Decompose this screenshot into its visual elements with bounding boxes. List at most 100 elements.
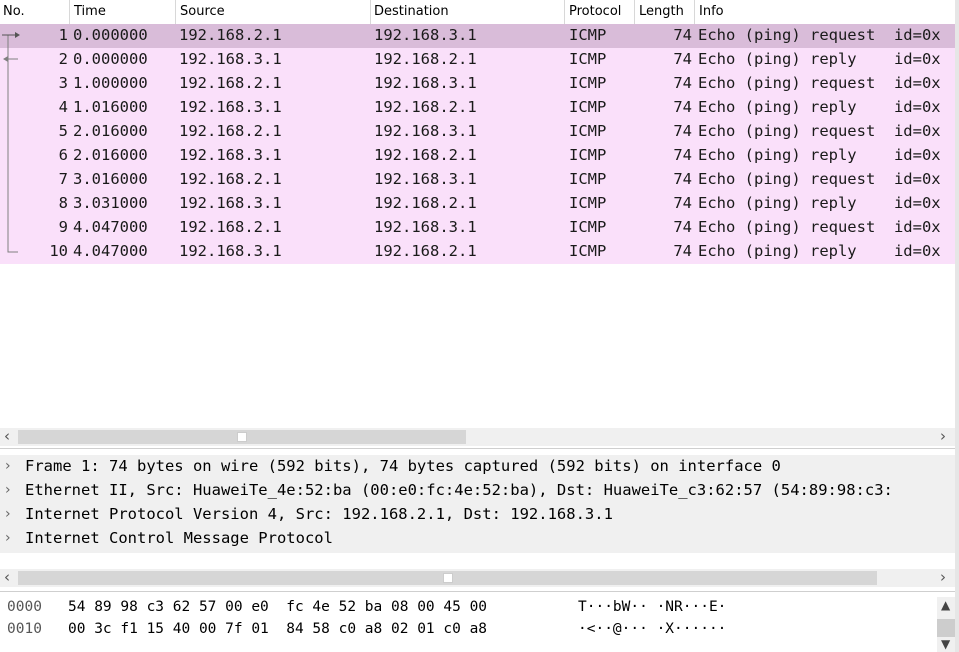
packet-row[interactable]: 10 4.047000 192.168.3.1 192.168.2.1 ICMP… — [0, 240, 955, 264]
chevron-down-icon[interactable]: ▼ — [941, 637, 950, 651]
chevron-right-icon[interactable]: › — [5, 482, 11, 498]
packet-row[interactable]: 5 2.016000 192.168.2.1 192.168.3.1 ICMP … — [0, 120, 955, 144]
packet-destination: 192.168.3.1 — [374, 122, 477, 140]
packet-length: 74 — [673, 194, 692, 212]
chevron-right-icon[interactable]: › — [940, 427, 946, 445]
packet-source: 192.168.2.1 — [179, 122, 282, 140]
packet-destination: 192.168.3.1 — [374, 218, 477, 236]
packet-info: Echo (ping) reply id=0x — [698, 146, 941, 164]
column-header-time[interactable]: Time — [74, 4, 106, 19]
packet-source: 192.168.3.1 — [179, 242, 282, 260]
packet-protocol: ICMP — [569, 242, 607, 260]
packet-time: 1.016000 — [73, 98, 148, 116]
hex-bytes[interactable]: 54 89 98 c3 62 57 00 e0 fc 4e 52 ba 08 0… — [68, 599, 487, 615]
detail-tree-item[interactable]: › Internet Protocol Version 4, Src: 192.… — [0, 503, 955, 527]
packet-list-header: No. Time Source Destination Protocol Len… — [0, 0, 955, 25]
packet-row[interactable]: 3 1.000000 192.168.2.1 192.168.3.1 ICMP … — [0, 72, 955, 96]
packet-length: 74 — [673, 122, 692, 140]
chevron-left-icon[interactable]: ‹ — [4, 427, 10, 445]
column-header-destination[interactable]: Destination — [374, 4, 449, 19]
packet-no: 2 — [58, 50, 68, 68]
bytes-vscrollbar[interactable]: ▲ ▼ — [937, 597, 955, 652]
packet-time: 4.047000 — [73, 218, 148, 236]
packet-row[interactable]: 7 3.016000 192.168.2.1 192.168.3.1 ICMP … — [0, 168, 955, 192]
packet-info: Echo (ping) request id=0x — [698, 122, 941, 140]
packet-destination: 192.168.3.1 — [374, 26, 477, 44]
detail-ethernet: Ethernet II, Src: HuaweiTe_4e:52:ba (00:… — [25, 481, 893, 499]
packet-no: 9 — [58, 218, 68, 236]
byte-offset: 0000 — [7, 599, 42, 615]
packet-info: Echo (ping) request id=0x — [698, 218, 941, 236]
packet-destination: 192.168.2.1 — [374, 194, 477, 212]
related-packets-bracket — [2, 32, 20, 253]
packet-protocol: ICMP — [569, 50, 607, 68]
packet-time: 2.016000 — [73, 146, 148, 164]
detail-icmp: Internet Control Message Protocol — [25, 529, 333, 547]
column-header-length[interactable]: Length — [639, 4, 684, 19]
packet-bytes-pane: 0000 54 89 98 c3 62 57 00 e0 fc 4e 52 ba… — [0, 597, 955, 652]
packet-source: 192.168.3.1 — [179, 194, 282, 212]
packet-time: 0.000000 — [73, 50, 148, 68]
column-header-no[interactable]: No. — [3, 4, 25, 19]
column-header-info[interactable]: Info — [699, 4, 724, 19]
scroll-grip[interactable] — [443, 573, 453, 583]
packet-row[interactable]: 9 4.047000 192.168.2.1 192.168.3.1 ICMP … — [0, 216, 955, 240]
packet-protocol: ICMP — [569, 122, 607, 140]
chevron-right-icon[interactable]: › — [5, 458, 11, 474]
packet-no: 5 — [58, 122, 68, 140]
packet-row[interactable]: 4 1.016000 192.168.3.1 192.168.2.1 ICMP … — [0, 96, 955, 120]
hex-bytes[interactable]: 00 3c f1 15 40 00 7f 01 84 58 c0 a8 02 0… — [68, 621, 487, 637]
packet-source: 192.168.2.1 — [179, 26, 282, 44]
detail-tree-item[interactable]: › Frame 1: 74 bytes on wire (592 bits), … — [0, 455, 955, 479]
packet-length: 74 — [673, 218, 692, 236]
packet-info: Echo (ping) request id=0x — [698, 26, 941, 44]
pane-divider[interactable] — [0, 448, 955, 449]
packet-info: Echo (ping) reply id=0x — [698, 194, 941, 212]
packet-source: 192.168.3.1 — [179, 50, 282, 68]
packet-destination: 192.168.2.1 — [374, 146, 477, 164]
packet-destination: 192.168.2.1 — [374, 242, 477, 260]
scroll-thumb[interactable] — [937, 619, 955, 637]
packet-source: 192.168.2.1 — [179, 74, 282, 92]
packet-no: 7 — [58, 170, 68, 188]
packet-info: Echo (ping) reply id=0x — [698, 98, 941, 116]
packet-length: 74 — [673, 146, 692, 164]
packet-source: 192.168.3.1 — [179, 146, 282, 164]
packet-time: 3.016000 — [73, 170, 148, 188]
scroll-grip[interactable] — [237, 432, 247, 442]
chevron-up-icon[interactable]: ▲ — [941, 598, 950, 612]
bytes-row[interactable]: 0010 00 3c f1 15 40 00 7f 01 84 58 c0 a8… — [0, 619, 955, 641]
bytes-row[interactable]: 0000 54 89 98 c3 62 57 00 e0 fc 4e 52 ba… — [0, 597, 955, 619]
packet-source: 192.168.2.1 — [179, 218, 282, 236]
details-hscrollbar[interactable]: ‹ › — [0, 568, 955, 587]
packet-protocol: ICMP — [569, 146, 607, 164]
ascii-bytes[interactable]: T···bW·· ·NR···E· — [578, 599, 726, 615]
column-header-protocol[interactable]: Protocol — [569, 4, 621, 19]
packet-time: 4.047000 — [73, 242, 148, 260]
packet-source: 192.168.3.1 — [179, 98, 282, 116]
detail-tree-item[interactable]: › Ethernet II, Src: HuaweiTe_4e:52:ba (0… — [0, 479, 955, 503]
ascii-bytes[interactable]: ·<··@··· ·X······ — [578, 621, 726, 637]
packet-row[interactable]: 2 0.000000 192.168.3.1 192.168.2.1 ICMP … — [0, 48, 955, 72]
packet-destination: 192.168.2.1 — [374, 98, 477, 116]
packet-row[interactable]: 8 3.031000 192.168.3.1 192.168.2.1 ICMP … — [0, 192, 955, 216]
packet-no: 3 — [58, 74, 68, 92]
packet-destination: 192.168.3.1 — [374, 170, 477, 188]
chevron-right-icon[interactable]: › — [5, 506, 11, 522]
packet-row[interactable]: 1 0.000000 192.168.2.1 192.168.3.1 ICMP … — [0, 24, 955, 48]
packet-protocol: ICMP — [569, 74, 607, 92]
packet-list: 1 0.000000 192.168.2.1 192.168.3.1 ICMP … — [0, 24, 955, 264]
packet-time: 3.031000 — [73, 194, 148, 212]
packet-list-hscrollbar[interactable]: ‹ › — [0, 427, 955, 446]
packet-info: Echo (ping) request id=0x — [698, 170, 941, 188]
column-header-source[interactable]: Source — [180, 4, 225, 19]
packet-row[interactable]: 6 2.016000 192.168.3.1 192.168.2.1 ICMP … — [0, 144, 955, 168]
packet-time: 0.000000 — [73, 26, 148, 44]
chevron-right-icon[interactable]: › — [940, 568, 946, 586]
chevron-left-icon[interactable]: ‹ — [4, 568, 10, 586]
detail-tree-item[interactable]: › Internet Control Message Protocol — [0, 527, 955, 551]
packet-source: 192.168.2.1 — [179, 170, 282, 188]
reply-arrow-icon — [3, 56, 8, 62]
pane-divider[interactable] — [0, 591, 955, 592]
chevron-right-icon[interactable]: › — [5, 530, 11, 546]
